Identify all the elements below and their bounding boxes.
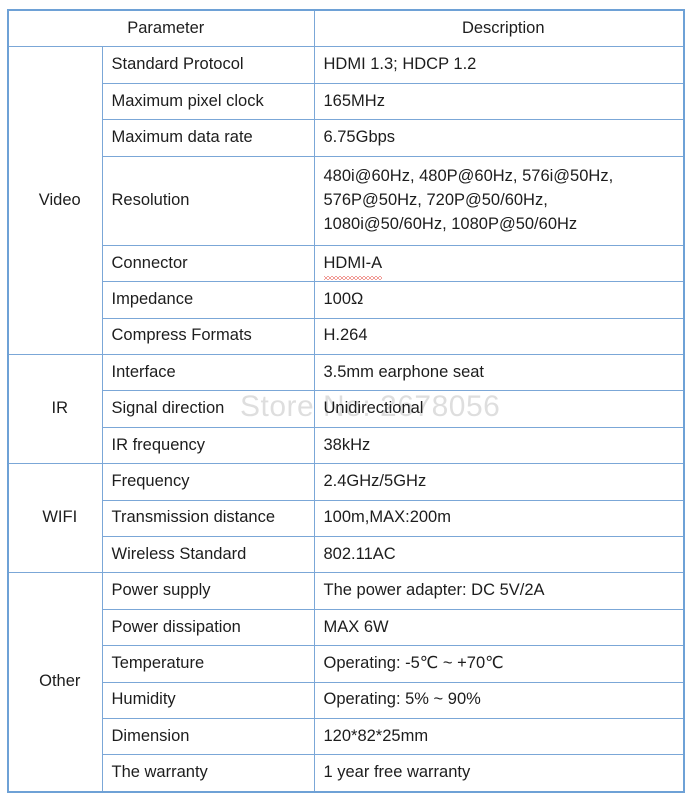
- description-cell: HDMI 1.3; HDCP 1.2: [313, 46, 685, 84]
- description-cell: HDMI-A: [313, 244, 685, 283]
- description-cell: MAX 6W: [313, 608, 685, 647]
- parameter-cell: Power dissipation: [101, 608, 315, 647]
- parameter-cell: Temperature: [101, 645, 315, 683]
- category-cell-video: Video: [7, 46, 103, 356]
- table-row: Impedance 100Ω: [8, 281, 685, 319]
- parameter-cell: Maximum pixel clock: [101, 82, 315, 121]
- description-line: 576P@50Hz, 720P@50/60Hz,: [323, 190, 548, 209]
- description-cell: 100Ω: [313, 281, 685, 319]
- description-cell: 2.4GHz/5GHz: [313, 463, 685, 501]
- table-row: Power dissipation MAX 6W: [8, 608, 685, 647]
- table-row: Transmission distance 100m,MAX:200m: [8, 499, 685, 538]
- parameter-cell: Impedance: [101, 281, 315, 319]
- parameter-cell: Humidity: [101, 681, 315, 719]
- description-cell: Operating: 5% ~ 90%: [313, 681, 685, 719]
- category-cell-other: Other: [7, 572, 103, 793]
- parameter-cell: Maximum data rate: [101, 119, 315, 157]
- table-row: Resolution 480i@60Hz, 480P@60Hz, 576i@50H…: [8, 155, 685, 246]
- specification-table: Parameter Description Video Standard Protoc…: [7, 9, 685, 793]
- table-row: The warranty 1 year free warranty: [8, 754, 685, 793]
- table-row: IR Interface 3.5mm earphone seat: [7, 354, 685, 465]
- parameter-cell: Wireless Standard: [101, 536, 315, 574]
- description-cell: 100m,MAX:200m: [313, 499, 685, 538]
- table-row: Other Power supply The power adapter: DC 5…: [7, 572, 685, 793]
- description-cell: The power adapter: DC 5V/2A: [313, 572, 685, 610]
- parameter-cell: Power supply: [101, 572, 315, 610]
- table-header-row: Parameter Description: [7, 9, 685, 48]
- description-line: 480i@60Hz, 480P@60Hz, 576i@50Hz,: [323, 166, 614, 185]
- parameter-cell: Dimension: [101, 717, 315, 756]
- table-row: Signal direction Unidirectional: [8, 390, 685, 428]
- description-line: 1080i@50/60Hz, 1080P@50/60Hz: [323, 214, 578, 233]
- description-cell: 3.5mm earphone seat: [313, 354, 685, 392]
- specification-table-container: Parameter Description Video Standard Protoc…: [7, 9, 685, 793]
- column-header-parameter: Parameter: [7, 9, 315, 48]
- table-row: Temperature Operating: -5℃ ~ +70℃: [8, 645, 685, 683]
- description-cell: 1 year free warranty: [313, 754, 685, 793]
- table-row: Wireless Standard 802.11AC: [8, 536, 685, 574]
- parameter-cell: Standard Protocol: [101, 46, 315, 84]
- description-cell: 38kHz: [313, 426, 685, 465]
- table-row: Dimension 120*82*25mm: [8, 717, 685, 756]
- category-cell-ir: IR: [7, 354, 103, 465]
- description-cell: H.264: [313, 317, 685, 356]
- table-row: Maximum pixel clock 165MHz: [8, 82, 685, 121]
- table-row: Humidity Operating: 5% ~ 90%: [8, 681, 685, 719]
- category-cell-wifi: WIFI: [7, 463, 103, 574]
- spellcheck-underlined-text: HDMI-A: [323, 252, 382, 280]
- parameter-cell: Connector: [101, 244, 315, 283]
- parameter-cell: The warranty: [101, 754, 315, 793]
- description-cell: 165MHz: [313, 82, 685, 121]
- parameter-cell: Resolution: [101, 155, 315, 246]
- description-cell: 120*82*25mm: [313, 717, 685, 756]
- description-cell: Unidirectional: [313, 390, 685, 428]
- description-cell: 480i@60Hz, 480P@60Hz, 576i@50Hz, 576P@50H…: [313, 155, 685, 246]
- parameter-cell: Compress Formats: [101, 317, 315, 356]
- table-row: Maximum data rate 6.75Gbps: [8, 119, 685, 157]
- parameter-cell: Transmission distance: [101, 499, 315, 538]
- table-row: Connector HDMI-A: [8, 244, 685, 283]
- parameter-cell: Signal direction: [101, 390, 315, 428]
- parameter-cell: IR frequency: [101, 426, 315, 465]
- table-row: Video Standard Protocol HDMI 1.3; HDCP 1.2: [7, 46, 685, 356]
- table-row: WIFI Frequency 2.4GHz/5GHz: [7, 463, 685, 574]
- column-header-description: Description: [313, 9, 685, 48]
- description-cell: Operating: -5℃ ~ +70℃: [313, 645, 685, 683]
- parameter-cell: Frequency: [101, 463, 315, 501]
- description-cell: 6.75Gbps: [313, 119, 685, 157]
- description-cell: 802.11AC: [313, 536, 685, 574]
- table-row: IR frequency 38kHz: [8, 426, 685, 465]
- parameter-cell: Interface: [101, 354, 315, 392]
- table-row: Compress Formats H.264: [8, 317, 685, 356]
